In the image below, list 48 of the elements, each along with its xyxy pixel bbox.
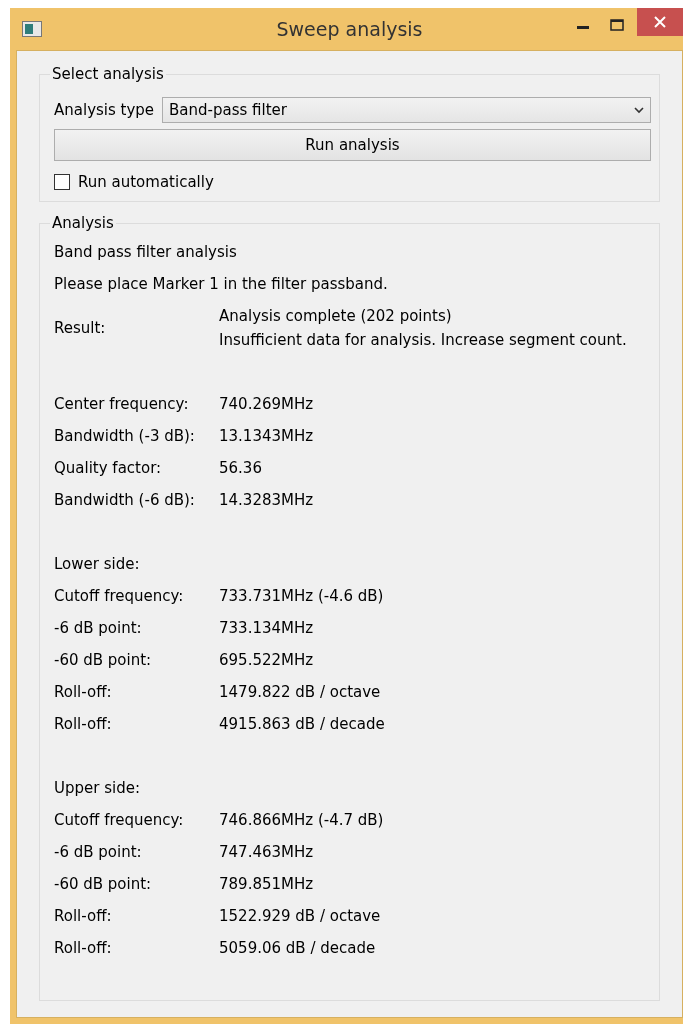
measurement-value: 1479.822 dB / octave [219,683,382,701]
group-title: Analysis [51,214,115,232]
measurement-label: Bandwidth (-3 dB): [54,427,196,445]
maximize-icon [610,19,624,31]
field-label: Analysis type [54,101,155,119]
measurement-value: 746.866MHz (-4.7 dB) [219,811,385,829]
measurement-label: Quality factor: [54,459,163,477]
window-title: Sweep analysis [276,18,423,40]
chevron-icon [634,106,644,114]
info-text: Band pass filter analysis [54,243,237,261]
measurement-label: Cutoff frequency: [54,587,185,605]
measurement-value: 56.36 [219,459,263,477]
measurement-label: -60 dB point: [54,651,153,669]
measurement-label: Roll-off: [54,683,113,701]
result-label: Result: [54,319,107,337]
close-icon [654,16,666,28]
measurement-value: 733.731MHz (-4.6 dB) [219,587,385,605]
app-icon [22,21,42,37]
measurement-label: Roll-off: [54,715,113,733]
checkbox-label: Run automatically [78,173,214,191]
measurement-value: 4915.863 dB / decade [219,715,386,733]
section-heading: Lower side: [54,555,140,573]
measurement-value: 13.1343MHz [219,427,315,445]
section-heading: Upper side: [54,779,140,797]
measurement-label: Roll-off: [54,907,113,925]
measurement-value: 695.522MHz [219,651,315,669]
group-title: Select analysis [51,65,165,83]
measurement-label: Roll-off: [54,939,113,957]
minimize-icon [577,25,589,29]
measurement-value: 789.851MHz [219,875,315,893]
measurement-label: Center frequency: [54,395,190,413]
measurement-value: 5059.06 dB / decade [219,939,377,957]
measurement-value: 1522.929 dB / octave [219,907,382,925]
measurement-value: 747.463MHz [219,843,315,861]
measurement-label: -6 dB point: [54,843,143,861]
measurement-value: 740.269MHz [219,395,315,413]
checkbox[interactable] [54,174,70,190]
analysis-type-dropdown[interactable]: Band-pass filter [162,97,651,123]
measurement-label: -6 dB point: [54,619,143,637]
result-text: Analysis complete (202 points) Insufficient data for analysis. Increase segment count. [219,306,628,351]
run-analysis-button[interactable]: Run analysis [54,129,651,161]
close-button[interactable] [637,8,683,36]
measurement-label: Cutoff frequency: [54,811,185,829]
info-text: Please place Marker 1 in the filter passband. [54,275,388,293]
measurement-label: Bandwidth (-6 dB): [54,491,196,509]
measurement-label: -60 dB point: [54,875,153,893]
measurement-value: 14.3283MHz [219,491,315,509]
measurement-value: 733.134MHz [219,619,315,637]
